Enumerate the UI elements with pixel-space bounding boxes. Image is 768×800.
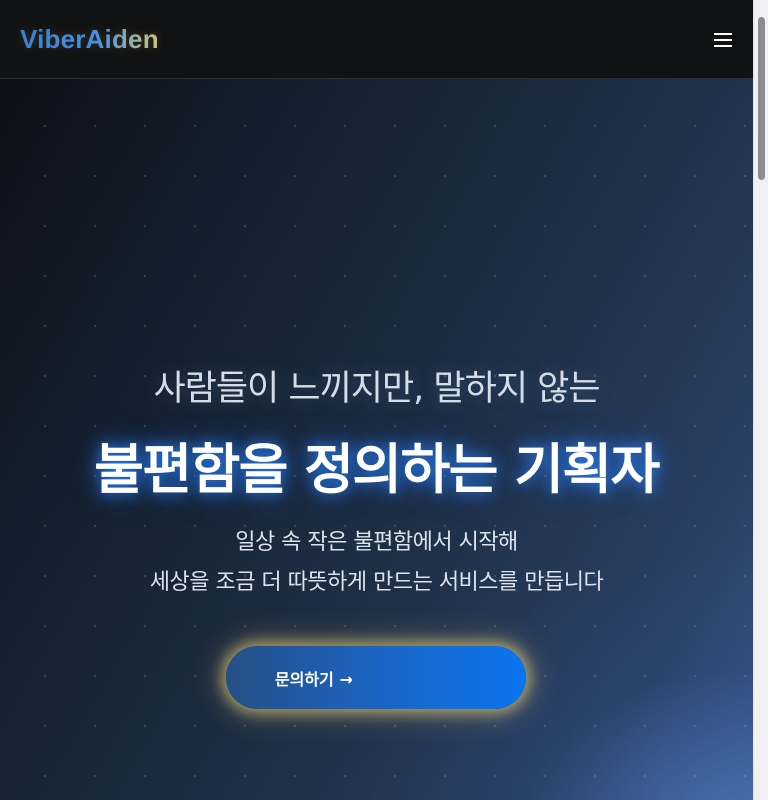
hero-section: 사람들이 느끼지만, 말하지 않는 불편함을 정의하는 기획자 일상 속 작은 … xyxy=(0,79,753,800)
hero-description-line-2: 세상을 조금 더 따뜻하게 만드는 서비스를 만듭니다 xyxy=(149,570,604,595)
hero-content: 사람들이 느끼지만, 말하지 않는 불편함을 정의하는 기획자 일상 속 작은 … xyxy=(0,79,753,800)
top-navbar: ViberAiden xyxy=(0,0,753,79)
contact-button-label: 문의하기 → xyxy=(275,670,353,689)
hero-eyebrow: 사람들이 느끼지만, 말하지 않는 xyxy=(153,369,600,409)
page: ViberAiden 사람들이 느끼지만, 말하지 않는 불편함을 정의하는 기… xyxy=(0,0,768,800)
hero-headline: 불편함을 정의하는 기획자 xyxy=(94,438,660,501)
hamburger-menu-icon[interactable] xyxy=(713,30,733,50)
brand-logo[interactable]: ViberAiden xyxy=(20,24,159,55)
hero-description-line-1: 일상 속 작은 불편함에서 시작해 xyxy=(235,530,518,555)
scrollbar-thumb[interactable] xyxy=(758,17,765,180)
vertical-scrollbar[interactable] xyxy=(753,0,768,800)
contact-button[interactable]: 문의하기 → xyxy=(226,646,526,709)
